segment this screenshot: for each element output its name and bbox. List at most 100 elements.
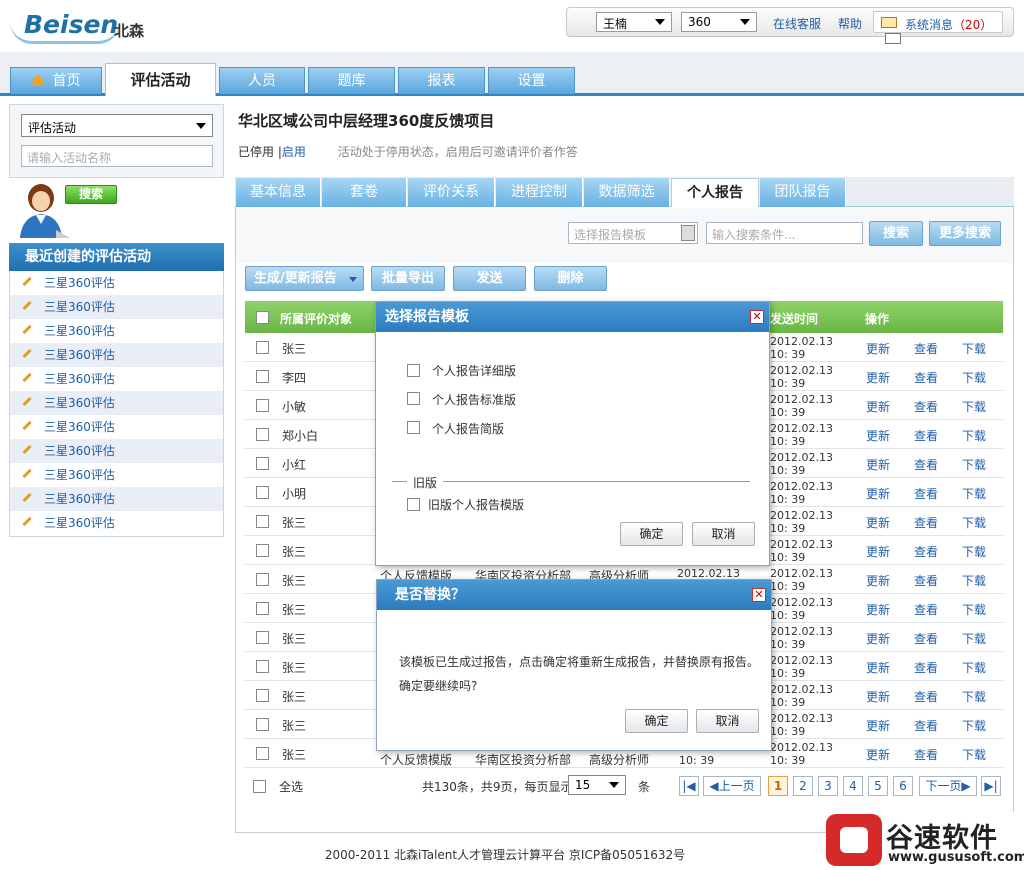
download-link[interactable]: 下载 — [962, 427, 986, 444]
tab-rating-relations[interactable]: 评价关系 — [408, 178, 495, 207]
tab-question-bank[interactable]: 题库 — [308, 67, 395, 94]
view-link[interactable]: 查看 — [914, 572, 938, 589]
send-button[interactable]: 发送 — [453, 266, 526, 291]
evaluation-type-select[interactable]: 360 — [681, 12, 757, 32]
view-link[interactable]: 查看 — [914, 746, 938, 763]
download-link[interactable]: 下载 — [962, 717, 986, 734]
page-2-button[interactable]: 2 — [793, 776, 813, 796]
recent-activity-item[interactable]: 三星360评估 — [10, 271, 223, 295]
activity-search-button[interactable]: 搜索 — [65, 185, 117, 204]
download-link[interactable]: 下载 — [962, 543, 986, 560]
view-link[interactable]: 查看 — [914, 717, 938, 734]
tab-team-report[interactable]: 团队报告 — [760, 178, 846, 207]
first-page-button[interactable]: |◀ — [679, 776, 699, 796]
recent-activity-item[interactable]: 三星360评估 — [10, 367, 223, 391]
row-checkbox[interactable] — [256, 573, 269, 586]
view-link[interactable]: 查看 — [914, 456, 938, 473]
last-page-button[interactable]: ▶| — [981, 776, 1001, 796]
row-checkbox[interactable] — [256, 428, 269, 441]
template-ok-button[interactable]: 确定 — [620, 522, 683, 546]
view-link[interactable]: 查看 — [914, 659, 938, 676]
row-checkbox[interactable] — [256, 631, 269, 644]
update-link[interactable]: 更新 — [866, 717, 890, 734]
tab-data-filter[interactable]: 数据筛选 — [584, 178, 670, 207]
activity-name-input[interactable]: 请输入活动名称 — [21, 145, 213, 167]
recent-activity-item[interactable]: 三星360评估 — [10, 511, 223, 535]
update-link[interactable]: 更新 — [866, 746, 890, 763]
update-link[interactable]: 更新 — [866, 485, 890, 502]
search-input[interactable]: 输入搜索条件... — [706, 222, 863, 244]
recent-activity-item[interactable]: 三星360评估 — [10, 343, 223, 367]
batch-export-button[interactable]: 批量导出 — [371, 266, 445, 291]
view-link[interactable]: 查看 — [914, 688, 938, 705]
next-page-button[interactable]: 下一页▶ — [919, 776, 977, 796]
search-button[interactable]: 搜索 — [869, 221, 923, 246]
download-link[interactable]: 下载 — [962, 485, 986, 502]
prev-page-button[interactable]: ◀上一页 — [703, 776, 761, 796]
download-link[interactable]: 下载 — [962, 659, 986, 676]
page-6-button[interactable]: 6 — [893, 776, 913, 796]
help-link[interactable]: 帮助 — [838, 15, 862, 32]
enable-link[interactable]: 启用 — [282, 145, 306, 159]
row-checkbox[interactable] — [256, 486, 269, 499]
legacy-template-checkbox[interactable] — [407, 498, 420, 511]
generate-report-button[interactable]: 生成/更新报告 — [245, 266, 364, 291]
row-checkbox[interactable] — [256, 515, 269, 528]
download-link[interactable]: 下载 — [962, 340, 986, 357]
update-link[interactable]: 更新 — [866, 601, 890, 618]
tab-progress-control[interactable]: 进程控制 — [496, 178, 583, 207]
recent-activity-item[interactable]: 三星360评估 — [10, 439, 223, 463]
view-link[interactable]: 查看 — [914, 427, 938, 444]
tab-people[interactable]: 人员 — [219, 67, 305, 94]
system-messages-link[interactable]: 系统消息（20） — [873, 11, 1003, 33]
page-5-button[interactable]: 5 — [868, 776, 888, 796]
row-checkbox[interactable] — [256, 341, 269, 354]
update-link[interactable]: 更新 — [866, 340, 890, 357]
recent-activity-item[interactable]: 三星360评估 — [10, 391, 223, 415]
tab-home[interactable]: 首页 — [10, 67, 102, 94]
activity-type-select[interactable]: 评估活动 — [21, 114, 213, 137]
close-icon[interactable]: ✕ — [750, 310, 764, 324]
update-link[interactable]: 更新 — [866, 514, 890, 531]
recent-activity-item[interactable]: 三星360评估 — [10, 415, 223, 439]
replace-ok-button[interactable]: 确定 — [625, 709, 688, 733]
download-link[interactable]: 下载 — [962, 572, 986, 589]
view-link[interactable]: 查看 — [914, 369, 938, 386]
view-link[interactable]: 查看 — [914, 514, 938, 531]
update-link[interactable]: 更新 — [866, 456, 890, 473]
download-link[interactable]: 下载 — [962, 369, 986, 386]
recent-activity-item[interactable]: 三星360评估 — [10, 319, 223, 343]
update-link[interactable]: 更新 — [866, 659, 890, 676]
user-select[interactable]: 王楠 — [596, 12, 672, 32]
online-service-link[interactable]: 在线客服 — [773, 15, 821, 32]
view-link[interactable]: 查看 — [914, 485, 938, 502]
tab-reports[interactable]: 报表 — [398, 67, 485, 94]
update-link[interactable]: 更新 — [866, 398, 890, 415]
download-link[interactable]: 下载 — [962, 688, 986, 705]
page-size-select[interactable]: 15 — [568, 775, 626, 795]
tab-personal-report[interactable]: 个人报告 — [671, 178, 759, 207]
download-link[interactable]: 下载 — [962, 398, 986, 415]
update-link[interactable]: 更新 — [866, 543, 890, 560]
more-search-button[interactable]: 更多搜索 — [929, 221, 1001, 246]
tab-settings[interactable]: 设置 — [488, 67, 575, 94]
select-all-bottom-checkbox[interactable] — [253, 780, 266, 793]
row-checkbox[interactable] — [256, 747, 269, 760]
view-link[interactable]: 查看 — [914, 340, 938, 357]
row-checkbox[interactable] — [256, 544, 269, 557]
tab-questionnaire[interactable]: 套卷 — [322, 178, 407, 207]
download-link[interactable]: 下载 — [962, 456, 986, 473]
row-checkbox[interactable] — [256, 370, 269, 383]
recent-activity-item[interactable]: 三星360评估 — [10, 295, 223, 319]
delete-button[interactable]: 删除 — [534, 266, 607, 291]
view-link[interactable]: 查看 — [914, 601, 938, 618]
recent-activity-item[interactable]: 三星360评估 — [10, 463, 223, 487]
recent-activity-item[interactable]: 三星360评估 — [10, 487, 223, 511]
template-option-detailed-checkbox[interactable] — [407, 364, 420, 377]
tab-evaluation-activity[interactable]: 评估活动 — [105, 63, 216, 96]
update-link[interactable]: 更新 — [866, 572, 890, 589]
update-link[interactable]: 更新 — [866, 369, 890, 386]
download-link[interactable]: 下载 — [962, 746, 986, 763]
download-link[interactable]: 下载 — [962, 514, 986, 531]
row-checkbox[interactable] — [256, 457, 269, 470]
